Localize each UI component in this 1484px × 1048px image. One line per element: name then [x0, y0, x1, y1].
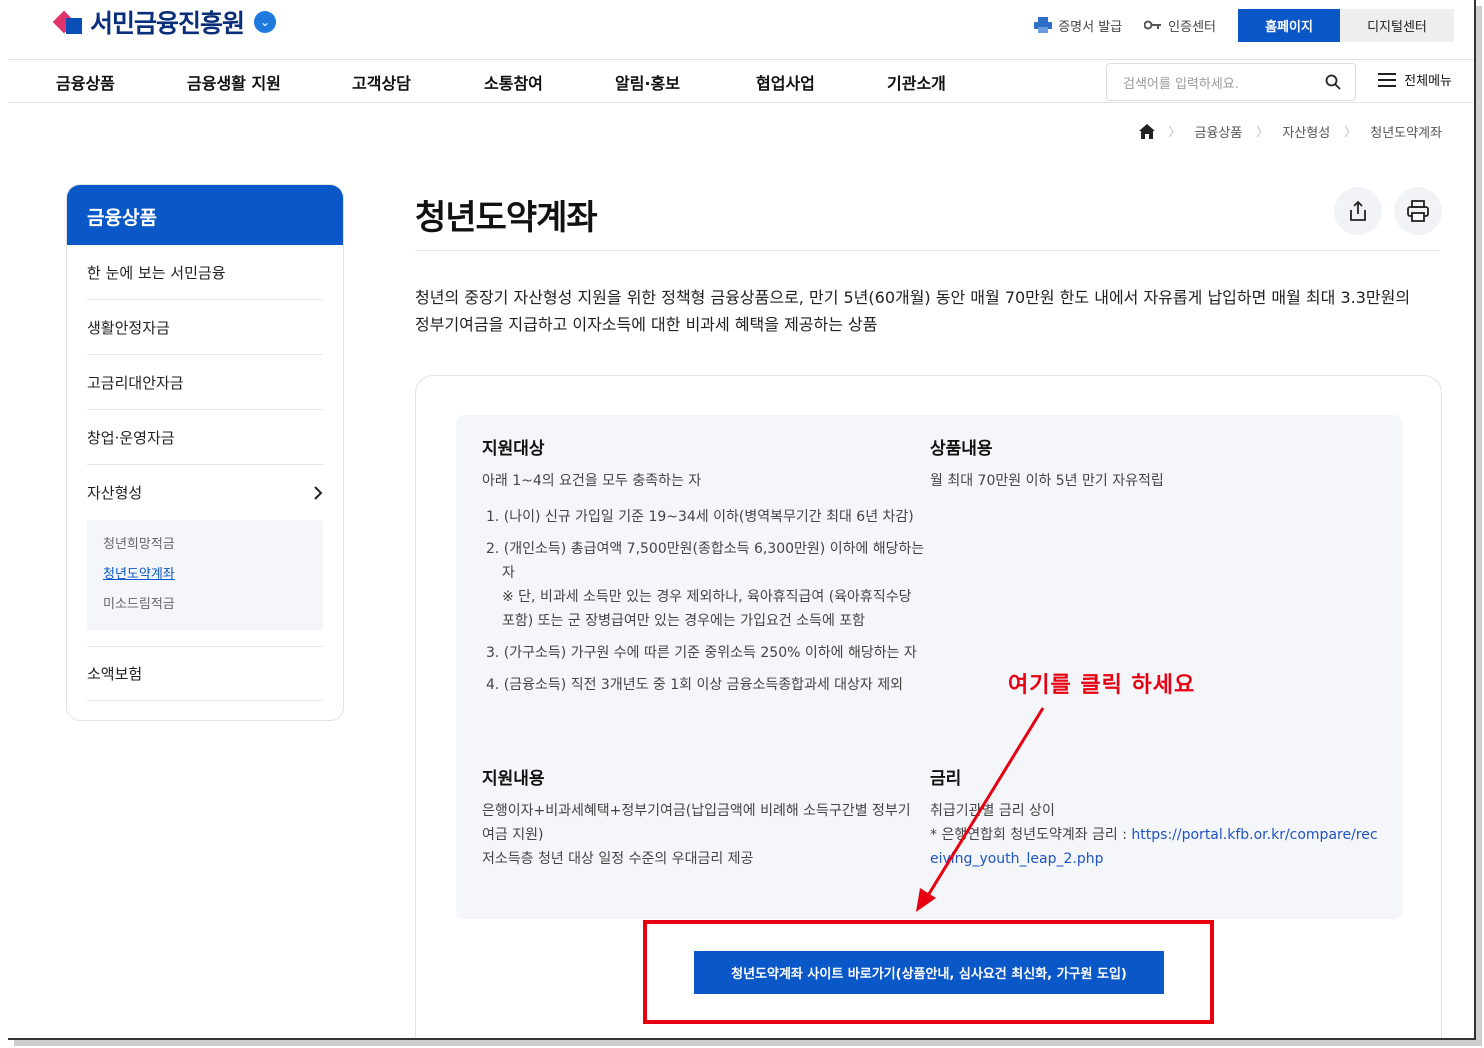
- home-icon[interactable]: [1138, 124, 1155, 139]
- breadcrumb: 〉 금융상품 〉 자산형성 〉 청년도약계좌: [1138, 122, 1442, 141]
- sidebar-submenu: 청년희망적금 청년도약계좌 미소드림적금: [87, 520, 323, 630]
- share-icon: [1350, 200, 1366, 221]
- annotation-label: 여기를 클릭 하세요: [1008, 673, 1196, 698]
- chevron-right-icon: [314, 485, 323, 500]
- sidebar-item-label: 소액보험: [87, 665, 143, 683]
- support-detail-line: 저소득층 청년 대상 일정 수준의 우대금리 제공: [482, 851, 754, 867]
- breadcrumb-separator-icon: 〉: [1344, 125, 1357, 139]
- share-button[interactable]: [1334, 187, 1382, 235]
- sidebar-item-label: 한 눈에 보는 서민금융: [87, 263, 226, 282]
- support-detail-section: 지원내용 은행이자+비과세혜택+정부기여금(납입금액에 비례해 소득구간별 정부…: [482, 767, 912, 871]
- sidebar-item-label: 고금리대안자금: [87, 373, 184, 392]
- support-target-section: 지원대상 아래 1~4의 요건을 모두 충족하는 자 1. (나이) 신규 가입…: [482, 437, 926, 705]
- sidebar-item-startup[interactable]: 창업·운영자금: [87, 410, 323, 465]
- global-nav: 금융상품 금융생활 지원 고객상담 소통참여 알림·홍보 협업사업 기관소개 검…: [8, 59, 1474, 103]
- digital-center-button[interactable]: 디지털센터: [1340, 8, 1454, 42]
- site-logo[interactable]: 서민금융진흥원 ⌄: [52, 4, 277, 40]
- gnb-financial-life[interactable]: 금융생활 지원: [187, 70, 281, 94]
- gnb-about[interactable]: 기관소개: [887, 70, 946, 94]
- support-detail-heading: 지원내용: [482, 769, 545, 789]
- gnb-customer-support[interactable]: 고객상담: [352, 70, 411, 94]
- breadcrumb-separator-icon: 〉: [1256, 125, 1269, 139]
- requirement-item: 2. (개인소득) 총급여액 7,500만원(종합소득 6,300만원) 이하에…: [486, 541, 925, 581]
- auth-center-label: 인증센터: [1168, 19, 1216, 35]
- print-button[interactable]: [1394, 187, 1442, 235]
- submenu-youth-hope[interactable]: 청년희망적금: [103, 530, 307, 560]
- submenu-miso-dream[interactable]: 미소드림적금: [103, 590, 307, 620]
- all-menu-button[interactable]: 전체메뉴: [1378, 70, 1452, 89]
- product-content-heading: 상품내용: [930, 439, 993, 459]
- auth-center-link[interactable]: 인증센터: [1144, 16, 1216, 35]
- utility-bar: 증명서 발급 인증센터 홈페이지 디지털센터: [1034, 8, 1454, 42]
- sidebar-item-micro-insurance[interactable]: 소액보험: [87, 646, 323, 701]
- submenu-youth-leap[interactable]: 청년도약계좌: [103, 560, 307, 590]
- sidebar-item-label: 창업·운영자금: [87, 428, 175, 447]
- page-title: 청년도약계좌: [415, 198, 598, 238]
- sidebar-item-label: 생활안정자금: [87, 318, 170, 337]
- title-divider: [415, 250, 1440, 251]
- all-menu-label: 전체메뉴: [1404, 74, 1452, 89]
- gnb-financial-products[interactable]: 금융상품: [56, 70, 115, 94]
- requirement-item: 3. (가구소득) 가구원 수에 따른 기준 중위소득 250% 이하에 해당하…: [486, 645, 917, 661]
- cert-issue-link[interactable]: 증명서 발급: [1034, 16, 1122, 35]
- hamburger-icon: [1378, 72, 1397, 87]
- interest-rate-line: 취급기관별 금리 상이: [930, 803, 1055, 819]
- requirement-list: 1. (나이) 신규 가입일 기준 19~34세 이하(병역복무기간 최대 6년…: [482, 505, 926, 697]
- printer-icon: [1034, 17, 1053, 33]
- support-target-heading: 지원대상: [482, 439, 545, 459]
- sidebar-item-high-interest-alt[interactable]: 고금리대안자금: [87, 355, 323, 410]
- interest-rate-prefix: * 은행연합회 청년도약계좌 금리 :: [930, 827, 1132, 843]
- interest-rate-heading: 금리: [930, 769, 962, 789]
- browser-frame: 서민금융진흥원 ⌄ 증명서 발급 인증센터 홈페이지 디지털센터 금융상품 금융…: [8, 0, 1476, 1040]
- breadcrumb-item[interactable]: 자산형성: [1282, 122, 1330, 141]
- side-nav-title: 금융상품: [67, 185, 343, 245]
- requirement-item: 4. (금융소득) 직전 3개년도 중 1회 이상 금융소득종합과세 대상자 제…: [486, 677, 904, 693]
- product-content-text: 월 최대 70만원 이하 5년 만기 자유적립: [930, 473, 1164, 489]
- product-content-section: 상품내용 월 최대 70만원 이하 5년 만기 자유적립: [930, 437, 1380, 493]
- annotation-highlight-box: [643, 920, 1214, 1024]
- requirement-item: 1. (나이) 신규 가입일 기준 19~34세 이하(병역복무기간 최대 6년…: [486, 509, 914, 525]
- side-nav: 금융상품 한 눈에 보는 서민금융 생활안정자금 고금리대안자금 창업·운영자금…: [66, 184, 344, 721]
- sidebar-item-overview[interactable]: 한 눈에 보는 서민금융: [87, 245, 323, 300]
- support-detail-line: 은행이자+비과세혜택+정부기여금(납입금액에 비례해 소득구간별 정부기여금 지…: [482, 803, 911, 843]
- search-icon[interactable]: [1325, 74, 1341, 90]
- interest-rate-section: 금리 취급기관별 금리 상이 * 은행연합회 청년도약계좌 금리 : https…: [930, 767, 1380, 871]
- chevron-down-icon[interactable]: ⌄: [254, 11, 277, 33]
- gnb-news-pr[interactable]: 알림·홍보: [615, 70, 680, 94]
- gnb-communication[interactable]: 소통참여: [484, 70, 543, 94]
- breadcrumb-separator-icon: 〉: [1168, 125, 1181, 139]
- logo-text: 서민금융진흥원: [90, 9, 245, 38]
- interest-rate-note: * 은행연합회 청년도약계좌 금리 : https://portal.kfb.o…: [930, 823, 1380, 871]
- logo-mark-icon: [52, 8, 84, 36]
- printer-icon: [1407, 200, 1429, 222]
- product-description: 청년의 중장기 자산형성 지원을 위한 정책형 금융상품으로, 만기 5년(60…: [415, 288, 1411, 334]
- requirement-note: ※ 단, 비과세 소득만 있는 경우 제외하나, 육아휴직급여 (육아휴직수당 …: [502, 589, 912, 629]
- support-target-intro: 아래 1~4의 요건을 모두 충족하는 자: [482, 473, 702, 489]
- search-placeholder: 검색어를 입력하세요.: [1123, 76, 1239, 92]
- breadcrumb-current: 청년도약계좌: [1370, 126, 1442, 141]
- sidebar-item-living-stability[interactable]: 생활안정자금: [87, 300, 323, 355]
- key-icon: [1144, 20, 1162, 30]
- gnb-cooperation[interactable]: 협업사업: [756, 70, 815, 94]
- search-input[interactable]: 검색어를 입력하세요.: [1106, 63, 1356, 101]
- product-info-panel: 지원대상 아래 1~4의 요건을 모두 충족하는 자 1. (나이) 신규 가입…: [456, 415, 1402, 919]
- breadcrumb-item[interactable]: 금융상품: [1195, 122, 1243, 141]
- homepage-button[interactable]: 홈페이지: [1238, 8, 1340, 42]
- cert-issue-label: 증명서 발급: [1058, 19, 1123, 35]
- sidebar-item-label: 자산형성: [87, 484, 143, 502]
- sidebar-item-asset-building[interactable]: 자산형성: [87, 465, 323, 520]
